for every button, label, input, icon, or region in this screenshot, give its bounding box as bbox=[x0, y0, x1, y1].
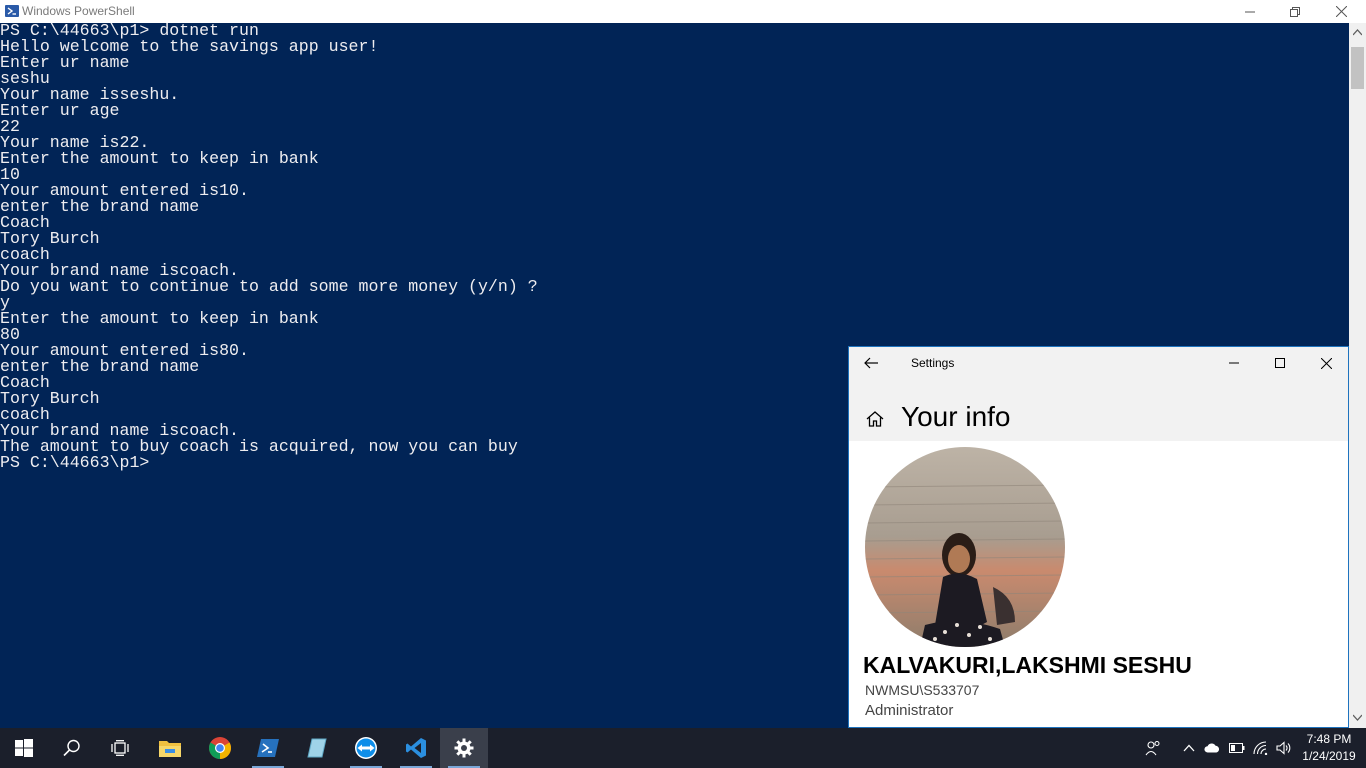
start-icon bbox=[15, 739, 33, 757]
minimize-button[interactable] bbox=[1227, 0, 1273, 23]
user-account-id: NWMSU\S533707 bbox=[865, 682, 980, 698]
console-line: Enter the amount to keep in bank bbox=[0, 149, 319, 168]
vertical-scrollbar[interactable] bbox=[1349, 23, 1366, 728]
settings-maximize-button[interactable] bbox=[1257, 347, 1303, 379]
console-line: Do you want to continue to add some more… bbox=[0, 277, 538, 296]
minimize-icon bbox=[1245, 11, 1255, 12]
console-line: seshu bbox=[0, 69, 50, 88]
onedrive-button[interactable] bbox=[1204, 740, 1220, 756]
notepad-icon bbox=[307, 738, 327, 758]
battery-icon bbox=[1229, 743, 1245, 753]
task-view-button[interactable] bbox=[96, 728, 144, 768]
settings-titlebar: Settings bbox=[849, 347, 1348, 379]
chevron-up-icon bbox=[1183, 744, 1195, 752]
close-icon bbox=[1320, 357, 1332, 369]
back-arrow-icon[interactable] bbox=[863, 355, 879, 371]
clock-date: 1/24/2019 bbox=[1302, 749, 1356, 763]
powershell-app-icon bbox=[5, 5, 19, 17]
restore-icon bbox=[1290, 6, 1300, 17]
close-button[interactable] bbox=[1318, 0, 1364, 23]
user-display-name: KALVAKURI,LAKSHMI SESHU bbox=[863, 652, 1192, 678]
taskbar-clock[interactable]: 7:48 PM 1/24/2019 bbox=[1298, 731, 1360, 765]
taskbar: 7:48 PM 1/24/2019 bbox=[0, 728, 1366, 768]
people-button[interactable] bbox=[1145, 740, 1161, 756]
search-button[interactable] bbox=[48, 728, 96, 768]
close-icon bbox=[1335, 6, 1347, 17]
avatar bbox=[865, 447, 1065, 647]
console-line: Your name isseshu. bbox=[0, 85, 180, 104]
vscode-button[interactable] bbox=[392, 728, 440, 768]
wifi-button[interactable] bbox=[1253, 740, 1269, 756]
battery-button[interactable] bbox=[1229, 740, 1245, 756]
settings-minimize-button[interactable] bbox=[1211, 347, 1257, 379]
console-line: Enter ur age bbox=[0, 101, 120, 120]
console-line: Your amount entered is10. bbox=[0, 181, 249, 200]
settings-close-button[interactable] bbox=[1303, 347, 1349, 379]
vscode-icon bbox=[406, 738, 426, 758]
scrollbar-thumb[interactable] bbox=[1351, 47, 1364, 89]
chrome-button[interactable] bbox=[196, 728, 244, 768]
console-line: Coach bbox=[0, 213, 50, 232]
cloud-icon bbox=[1204, 743, 1220, 753]
console-line: 22 bbox=[0, 117, 20, 136]
file-explorer-button[interactable] bbox=[146, 728, 194, 768]
powershell-titlebar: Windows PowerShell bbox=[0, 0, 1366, 23]
search-icon bbox=[63, 739, 80, 757]
scroll-down-icon[interactable] bbox=[1353, 713, 1362, 722]
start-button[interactable] bbox=[0, 728, 48, 768]
teamviewer-button[interactable] bbox=[342, 728, 390, 768]
show-hidden-icons-button[interactable] bbox=[1181, 740, 1197, 756]
clock-time: 7:48 PM bbox=[1306, 732, 1352, 746]
people-icon bbox=[1145, 741, 1160, 756]
console-line: Tory Burch bbox=[0, 229, 100, 248]
powershell-taskbar-button[interactable] bbox=[244, 728, 292, 768]
wifi-icon bbox=[1253, 741, 1268, 755]
chrome-icon bbox=[209, 737, 231, 759]
page-title: Your info bbox=[901, 401, 1011, 432]
console-line: Enter ur name bbox=[0, 53, 130, 72]
profile-photo bbox=[865, 447, 1065, 647]
settings-window: Settings Your info KALVAKURI,LAKSHMI SES… bbox=[848, 346, 1349, 728]
console-line: Enter the amount to keep in bank bbox=[0, 309, 319, 328]
volume-button[interactable] bbox=[1276, 740, 1292, 756]
powershell-icon bbox=[257, 739, 279, 757]
volume-icon bbox=[1276, 741, 1291, 755]
scroll-up-icon[interactable] bbox=[1353, 28, 1362, 37]
console-line: Hello welcome to the savings app user! bbox=[0, 37, 379, 56]
notepad-button[interactable] bbox=[294, 728, 342, 768]
home-icon[interactable] bbox=[865, 409, 885, 429]
restore-button[interactable] bbox=[1272, 0, 1318, 23]
file-explorer-icon bbox=[159, 741, 181, 757]
user-role: Administrator bbox=[865, 702, 954, 719]
minimize-icon bbox=[1229, 362, 1239, 364]
settings-taskbar-button[interactable] bbox=[440, 728, 488, 768]
settings-gear-icon bbox=[454, 738, 474, 758]
console-line: enter the brand name bbox=[0, 197, 200, 216]
maximize-icon bbox=[1275, 358, 1285, 368]
window-title: Windows PowerShell bbox=[22, 4, 135, 18]
task-view-icon bbox=[111, 740, 129, 756]
teamviewer-icon bbox=[355, 737, 377, 759]
settings-title: Settings bbox=[911, 356, 955, 370]
